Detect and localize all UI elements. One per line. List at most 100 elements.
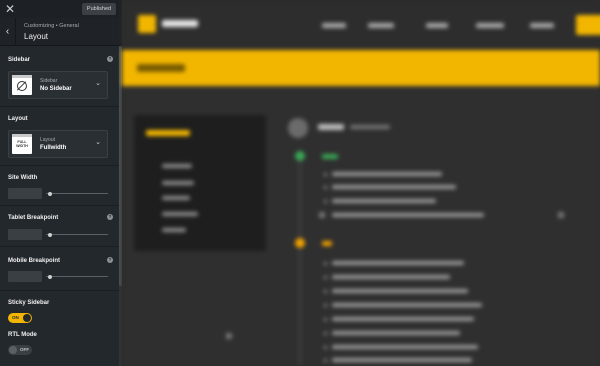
- rtl-mode-label: RTL Mode: [8, 332, 37, 338]
- chevron-down-icon: ⌄: [95, 80, 101, 87]
- preview-tag: [322, 241, 332, 246]
- preview-timeline-dot: [295, 238, 305, 248]
- chevron-left-icon[interactable]: ‹: [0, 18, 16, 46]
- preview-text-line: [332, 199, 436, 203]
- toggle-off-text: OFF: [20, 347, 29, 352]
- tablet-breakpoint-slider[interactable]: [46, 234, 108, 235]
- preview-bullet: [324, 346, 327, 349]
- mobile-breakpoint-input[interactable]: [8, 271, 42, 282]
- preview-text-line: [332, 261, 464, 265]
- preview-bullet: [324, 200, 327, 203]
- preview-widget-title: [146, 130, 190, 136]
- preview-bullet: [324, 304, 327, 307]
- chevron-down-icon: ⌄: [95, 139, 101, 146]
- preview-tag: [322, 154, 338, 159]
- preview-nav-item: [426, 23, 448, 28]
- preview-author-name: [318, 124, 344, 130]
- page-title: Layout: [24, 32, 49, 41]
- layout-label: Layout: [8, 116, 28, 122]
- preview-bullet: [324, 173, 327, 176]
- preview-timeline-rail: [299, 150, 301, 366]
- rtl-mode-toggle[interactable]: OFF: [8, 345, 32, 355]
- preview-bullet: [324, 359, 327, 362]
- section-header: ‹ Customizing • General Layout: [0, 18, 122, 46]
- preview-text-line: [332, 331, 460, 335]
- layout-select-sublabel: Layout: [40, 137, 56, 143]
- preview-author-meta: [350, 125, 390, 129]
- preview-text-line: [332, 172, 442, 176]
- site-width-input[interactable]: [8, 188, 42, 199]
- preview-timeline-dot: [295, 151, 305, 161]
- preview-bullet: [324, 262, 327, 265]
- preview-nav-item: [530, 23, 554, 28]
- mobile-breakpoint-slider[interactable]: [46, 276, 108, 277]
- preview-logo-text: [162, 20, 198, 27]
- divider: [0, 165, 119, 166]
- tablet-breakpoint-label: Tablet Breakpoint: [8, 215, 59, 221]
- preview-nav-item: [476, 23, 504, 28]
- preview-widget-line: [162, 196, 190, 200]
- mobile-breakpoint-slider-handle[interactable]: [48, 274, 52, 279]
- divider: [0, 106, 119, 107]
- toggle-knob: [9, 346, 17, 354]
- help-icon[interactable]: ?: [107, 56, 113, 62]
- layout-select-value: Fullwidth: [40, 145, 67, 151]
- fullwidth-thumb-text: FULL WIDTH: [16, 140, 28, 148]
- thumbnail-bar: [12, 134, 32, 137]
- fullwidth-thumbnail: FULL WIDTH: [12, 134, 32, 154]
- preview-text-line: [332, 185, 456, 189]
- customizer-window: ✕ Published ‹ Customizing • General Layo…: [0, 0, 600, 366]
- preview-widget-line: [162, 228, 186, 232]
- preview-bullet: [324, 318, 327, 321]
- preview-text-line: [332, 275, 450, 279]
- preview-widget-line: [162, 164, 192, 168]
- preview-text-line: [332, 345, 478, 349]
- mobile-breakpoint-label: Mobile Breakpoint: [8, 258, 61, 264]
- preview-cta-button: [576, 15, 600, 35]
- site-preview: [122, 0, 600, 366]
- preview-text-line: [332, 289, 468, 293]
- preview-title-text: [137, 64, 185, 72]
- preview-text-line: [332, 317, 474, 321]
- preview-text-line: [332, 213, 484, 217]
- divider: [0, 205, 119, 206]
- preview-widget-line: [162, 181, 194, 185]
- preview-logo-icon: [138, 15, 156, 33]
- preview-title-band: [122, 50, 600, 86]
- site-width-slider-handle[interactable]: [48, 191, 52, 196]
- help-icon[interactable]: ?: [107, 257, 113, 263]
- site-width-label: Site Width: [8, 175, 38, 181]
- site-width-slider[interactable]: [46, 193, 108, 194]
- toggle-knob: [23, 314, 31, 322]
- preview-text-line: [332, 358, 472, 362]
- divider: [0, 246, 119, 247]
- preview-nav-item: [368, 23, 394, 28]
- layout-select[interactable]: FULL WIDTH Layout Fullwidth ⌄: [8, 130, 108, 158]
- preview-text-line: [332, 303, 482, 307]
- preview-widget-line: [162, 212, 198, 216]
- tablet-breakpoint-slider-handle[interactable]: [48, 232, 52, 237]
- thumbnail-bar: [12, 75, 32, 78]
- customizer-topbar: ✕ Published: [0, 0, 122, 18]
- no-sidebar-icon: [17, 81, 27, 91]
- preview-inline-icon: [226, 333, 232, 339]
- preview-avatar: [288, 118, 308, 138]
- published-button[interactable]: Published: [82, 3, 116, 15]
- sidebar-label: Sidebar: [8, 57, 31, 63]
- customizer-sidebar: ✕ Published ‹ Customizing • General Layo…: [0, 0, 122, 366]
- sidebar-layout-select[interactable]: Sidebar No Sidebar ⌄: [8, 71, 108, 99]
- sticky-sidebar-toggle[interactable]: ON: [8, 313, 32, 323]
- no-sidebar-thumbnail: [12, 75, 32, 95]
- close-icon[interactable]: ✕: [3, 2, 17, 16]
- preview-bullet: [324, 332, 327, 335]
- breadcrumb: Customizing • General: [24, 23, 79, 29]
- help-icon[interactable]: ?: [107, 214, 113, 220]
- tablet-breakpoint-input[interactable]: [8, 229, 42, 240]
- sticky-sidebar-label: Sticky Sidebar: [8, 300, 50, 306]
- divider: [0, 290, 119, 291]
- sidebar-select-value: No Sidebar: [40, 86, 72, 92]
- preview-nav-item: [322, 23, 346, 28]
- toggle-on-text: ON: [12, 315, 19, 320]
- sidebar-select-sublabel: Sidebar: [40, 78, 58, 84]
- preview-inline-icon: [319, 212, 325, 218]
